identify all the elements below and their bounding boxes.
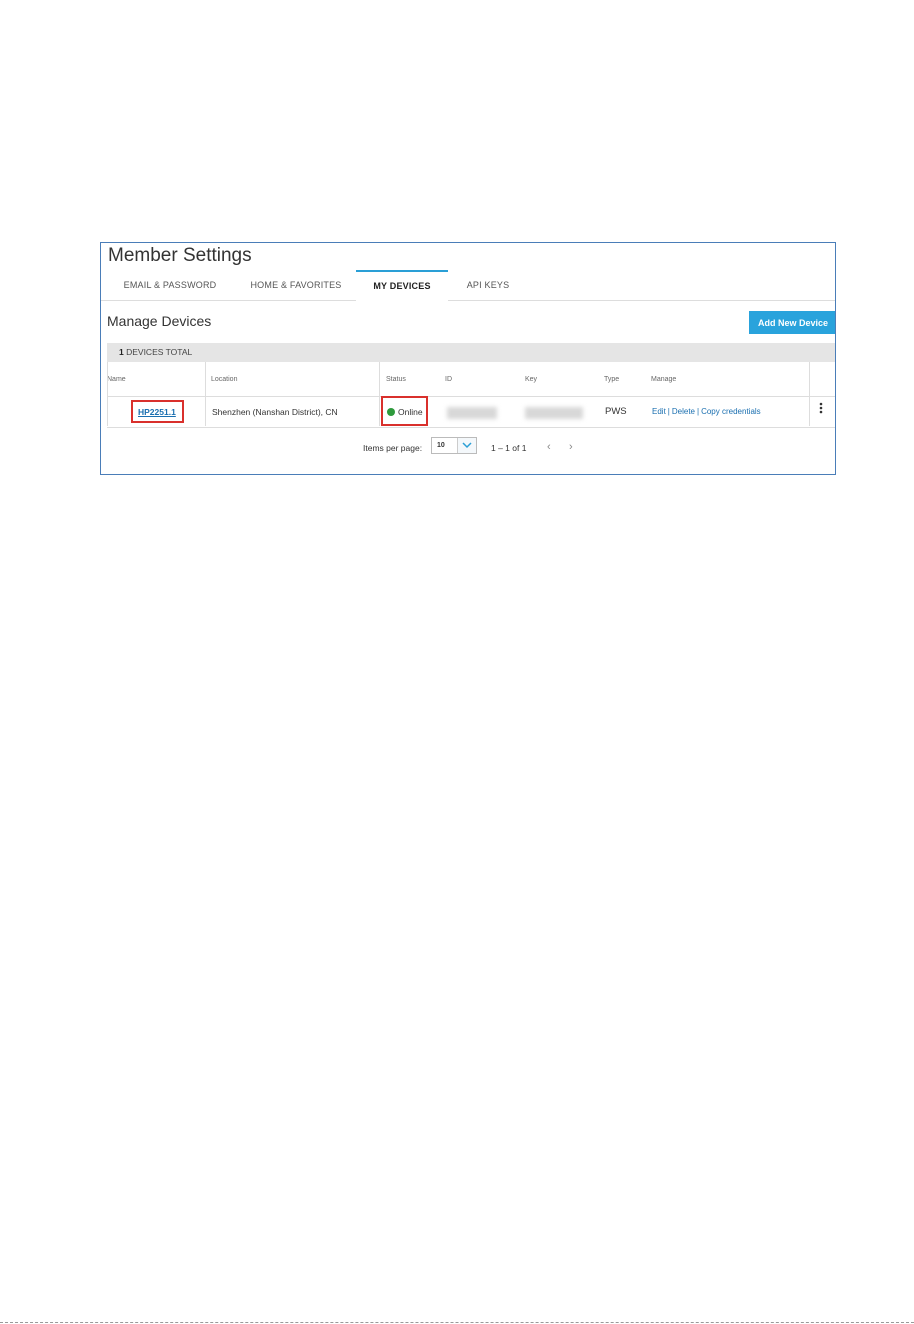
tab-bar: EMAIL & PASSWORD HOME & FAVORITES MY DEV… xyxy=(101,270,835,302)
device-name-link[interactable]: HP2251.1 xyxy=(138,407,176,417)
table-header: Name Location Status ID Key Type Manage xyxy=(107,362,835,426)
header-status: Status xyxy=(386,376,406,383)
more-options-icon[interactable] xyxy=(819,402,823,417)
page-range: 1 – 1 of 1 xyxy=(491,443,527,453)
devices-table: Name Location Status ID Key Type Manage … xyxy=(107,362,835,428)
device-status: Online xyxy=(387,397,423,427)
chevron-down-icon xyxy=(457,438,476,453)
table-row: HP2251.1 Shenzhen (Nanshan District), CN… xyxy=(107,396,835,428)
tab-api-keys[interactable]: API KEYS xyxy=(456,270,520,300)
edit-link[interactable]: Edit xyxy=(652,407,666,416)
header-type: Type xyxy=(604,376,620,383)
header-name: Name xyxy=(107,376,126,383)
copy-credentials-link[interactable]: Copy credentials xyxy=(701,407,761,416)
tab-my-devices[interactable]: MY DEVICES xyxy=(356,270,448,302)
action-separator: | xyxy=(697,407,700,416)
header-key: Key xyxy=(525,376,538,383)
delete-link[interactable]: Delete xyxy=(672,407,695,416)
member-settings-panel: Member Settings EMAIL & PASSWORD HOME & … xyxy=(100,242,836,475)
pagination: Items per page: 10 1 – 1 of 1 ‹ › xyxy=(101,436,835,464)
device-id-redacted xyxy=(447,407,497,419)
page-title: Member Settings xyxy=(108,245,252,266)
device-type: PWS xyxy=(605,406,627,417)
tab-email-password[interactable]: EMAIL & PASSWORD xyxy=(115,270,225,300)
header-location: Location xyxy=(211,376,238,383)
add-new-device-button[interactable]: Add New Device xyxy=(749,311,835,334)
device-name-cell: HP2251.1 xyxy=(138,397,176,427)
items-per-page-label: Items per page: xyxy=(363,443,423,453)
header-manage: Manage xyxy=(651,376,677,383)
header-id: ID xyxy=(445,376,452,383)
device-location: Shenzhen (Nanshan District), CN xyxy=(212,407,338,417)
items-per-page-value: 10 xyxy=(437,442,445,449)
prev-page-icon[interactable]: ‹ xyxy=(547,441,551,453)
online-status-dot-icon xyxy=(387,407,395,416)
devices-total-label: DEVICES TOTAL xyxy=(123,347,193,357)
tab-home-favorites[interactable]: HOME & FAVORITES xyxy=(241,270,351,300)
items-per-page-select[interactable]: 10 xyxy=(431,437,477,454)
action-separator: | xyxy=(667,407,670,416)
next-page-icon[interactable]: › xyxy=(569,441,573,453)
device-manage-actions: Edit | Delete | Copy credentials xyxy=(652,397,761,427)
device-status-label: Online xyxy=(398,407,423,417)
devices-total-bar: 1 DEVICES TOTAL xyxy=(107,343,835,362)
section-title: Manage Devices xyxy=(107,313,212,329)
device-key-redacted xyxy=(525,407,583,419)
